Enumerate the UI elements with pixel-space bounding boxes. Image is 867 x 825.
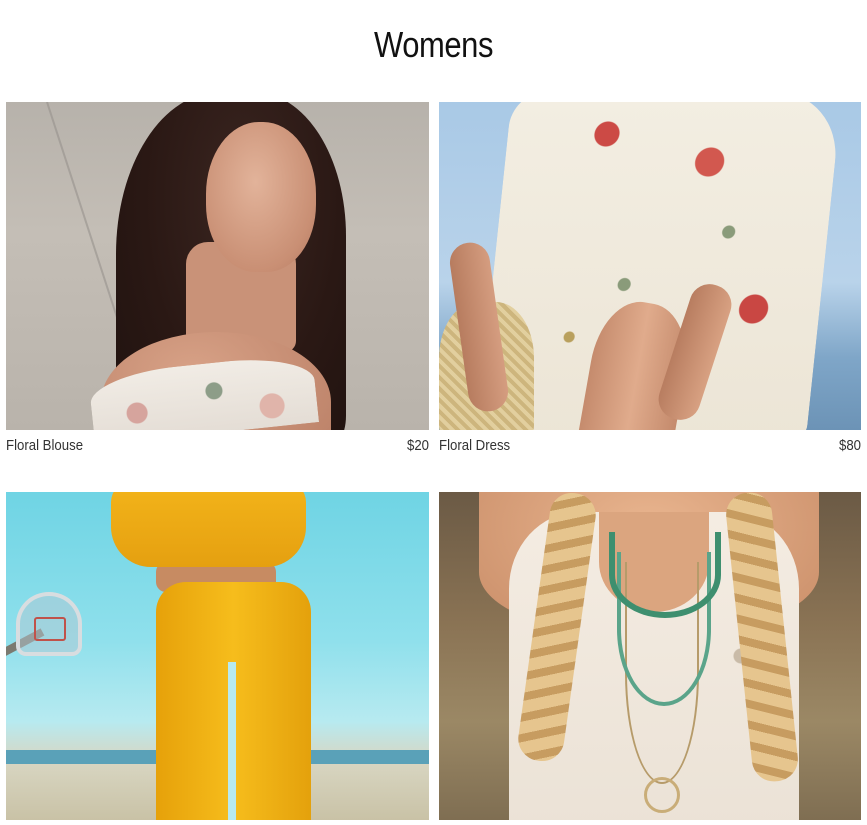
pants-gap — [228, 662, 236, 820]
product-image[interactable] — [6, 102, 429, 430]
product-image[interactable] — [439, 492, 861, 820]
product-price: $20 — [406, 436, 429, 454]
product-card-yellow-outfit[interactable] — [6, 492, 429, 820]
product-price: $80 — [838, 436, 861, 454]
product-image[interactable] — [439, 102, 861, 430]
product-name[interactable]: Floral Blouse — [6, 437, 83, 454]
pendant — [644, 777, 680, 813]
product-grid: Floral Blouse $20 Floral Dress $80 — [6, 102, 861, 820]
hoop-rim — [34, 617, 66, 641]
product-card-floral-dress[interactable]: Floral Dress $80 — [439, 102, 861, 460]
product-info: Floral Dress $80 — [439, 430, 861, 460]
product-image[interactable] — [6, 492, 429, 820]
product-name[interactable]: Floral Dress — [439, 437, 510, 454]
product-card-boho-top[interactable] — [439, 492, 861, 820]
product-info: Floral Blouse $20 — [6, 430, 429, 460]
yellow-crop-top — [111, 492, 306, 567]
product-card-floral-blouse[interactable]: Floral Blouse $20 — [6, 102, 429, 460]
necklace — [609, 532, 721, 618]
face — [206, 122, 316, 272]
category-page: Womens Floral Blouse $20 Floral Dress $8… — [0, 0, 867, 825]
page-title: Womens — [373, 24, 494, 65]
